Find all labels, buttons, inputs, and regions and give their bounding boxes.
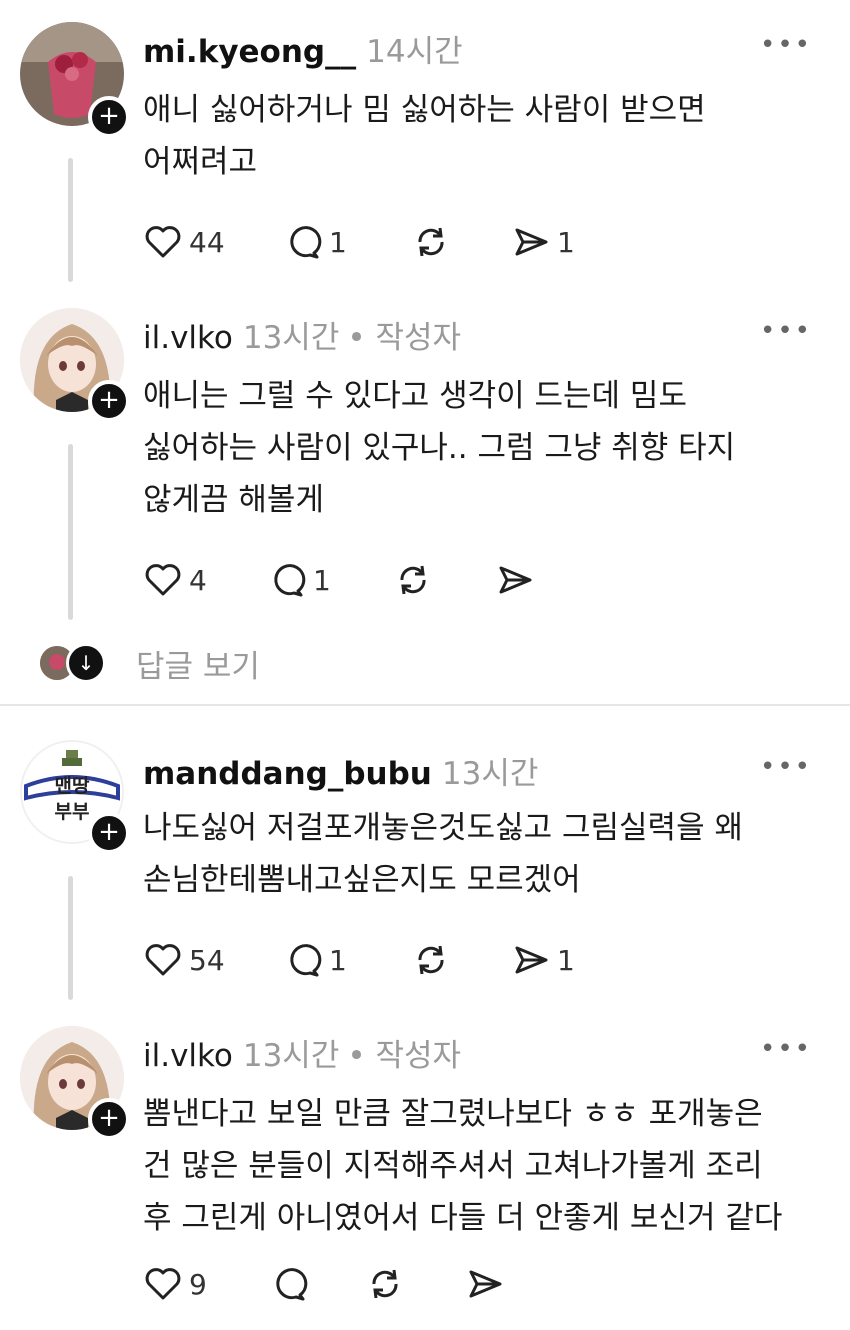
share-count: 1 — [557, 943, 575, 977]
see-replies-link[interactable]: 답글 보기 — [136, 641, 260, 686]
reply-button[interactable] — [269, 1264, 309, 1304]
comment-text: 애니 싫어하거나 밈 싫어하는 사람이 받으면 어쩌려고 — [143, 92, 706, 180]
comment-post: + il.vlko 13시간 • 작성자 ••• 뽐낸다고 보일 만큼 잘그렸나보다… — [0, 1016, 850, 1330]
more-dots-icon[interactable]: ••• — [760, 752, 812, 782]
like-count: 44 — [189, 225, 225, 259]
username[interactable]: il.vlko — [143, 320, 233, 356]
comment-text: 뽐낸다고 보일 만큼 잘그렸나보다 ㅎㅎ 포개놓은 건 많은 분들이 지적해주셔… — [143, 1096, 783, 1236]
like-count: 54 — [189, 943, 225, 977]
more-dots-icon[interactable]: ••• — [760, 316, 812, 346]
like-button[interactable]: 54 — [143, 940, 225, 980]
comment-icon — [290, 944, 322, 977]
share-button[interactable]: 1 — [511, 222, 575, 262]
repost-icon — [418, 945, 444, 975]
comment-icon — [274, 564, 306, 597]
share-button[interactable] — [495, 560, 535, 600]
like-button[interactable]: 4 — [143, 560, 207, 600]
thread-line — [68, 876, 73, 1000]
send-icon — [469, 1270, 502, 1298]
heart-icon — [145, 944, 181, 976]
repost-button[interactable] — [393, 560, 433, 600]
reply-count: 1 — [329, 225, 347, 259]
see-replies-row[interactable]: ↓ 답글 보기 — [40, 640, 260, 686]
thread-line — [68, 158, 73, 282]
reply-button[interactable]: 1 — [267, 560, 331, 600]
follow-plus-icon[interactable]: + — [88, 96, 130, 138]
thread-line — [68, 444, 73, 620]
brand-logo-line2: 부부 — [55, 801, 90, 823]
timestamp: 13시간 — [441, 756, 539, 792]
repost-button[interactable] — [365, 1264, 405, 1304]
reply-button[interactable]: 1 — [283, 940, 347, 980]
comment-post: + mi.kyeong__ 14시간 ••• 애니 싫어하거나 밈 싫어하는 사람… — [0, 0, 850, 290]
like-count: 4 — [189, 563, 207, 597]
more-dots-icon[interactable]: ••• — [760, 30, 812, 60]
follow-plus-icon[interactable]: + — [88, 1098, 130, 1140]
share-button[interactable] — [465, 1264, 505, 1304]
timestamp: 14시간 — [366, 34, 463, 70]
follow-plus-icon[interactable]: + — [88, 380, 130, 422]
heart-icon — [145, 1268, 181, 1300]
comment-text: 애니는 그럴 수 있다고 생각이 드는데 밈도 싫어하는 사람이 있구나.. 그… — [143, 378, 736, 518]
send-icon — [499, 566, 532, 594]
username[interactable]: manddang_bubu — [143, 756, 432, 792]
repost-button[interactable] — [411, 940, 451, 980]
username[interactable]: il.vlko — [143, 1038, 233, 1074]
like-count: 9 — [189, 1267, 207, 1301]
comment-icon — [276, 1268, 308, 1301]
more-dots-icon[interactable]: ••• — [760, 1034, 812, 1064]
timestamp: 13시간 — [242, 320, 340, 356]
comment-post: 맨땅 부부 + manddang_bubu 13시간 ••• 나도싫어 저걸포개놓… — [0, 718, 850, 1008]
comment-post: + il.vlko 13시간 • 작성자 ••• 애니는 그럴 수 있다고 생각이 … — [0, 300, 850, 630]
like-button[interactable]: 44 — [143, 222, 225, 262]
heart-icon — [145, 226, 181, 258]
author-badge: • 작성자 — [347, 1038, 462, 1074]
author-badge: • 작성자 — [347, 320, 462, 356]
share-button[interactable]: 1 — [511, 940, 575, 980]
username[interactable]: mi.kyeong__ — [143, 34, 356, 70]
share-count: 1 — [557, 225, 575, 259]
send-icon — [515, 946, 548, 974]
repost-icon — [418, 227, 444, 257]
reply-count: 1 — [329, 943, 347, 977]
like-button[interactable]: 9 — [143, 1264, 207, 1304]
arrow-down-icon: ↓ — [66, 643, 106, 683]
reply-button[interactable]: 1 — [283, 222, 347, 262]
divider — [0, 704, 850, 706]
send-icon — [515, 228, 548, 256]
comment-icon — [290, 226, 322, 259]
follow-plus-icon[interactable]: + — [88, 812, 130, 854]
repost-button[interactable] — [411, 222, 451, 262]
repost-icon — [400, 565, 426, 595]
comment-text: 나도싫어 저걸포개놓은것도싫고 그림실력을 왜 손님한테뽐내고싶은지도 모르겠어 — [143, 810, 743, 898]
heart-icon — [145, 564, 181, 596]
repost-icon — [372, 1269, 398, 1299]
reply-count: 1 — [313, 563, 331, 597]
brand-logo-line1: 맨땅 — [55, 775, 90, 797]
timestamp: 13시간 — [242, 1038, 340, 1074]
